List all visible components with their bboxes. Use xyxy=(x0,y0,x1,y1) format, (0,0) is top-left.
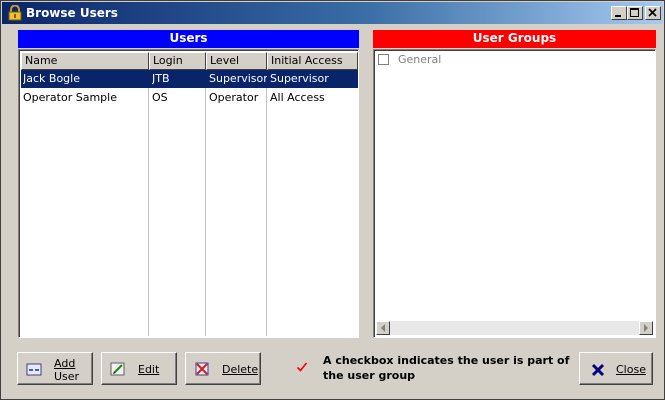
close-icon xyxy=(648,8,657,17)
cell-name: Operator Sample xyxy=(23,91,117,104)
users-header: Users xyxy=(18,30,359,48)
title-bar[interactable]: Browse Users xyxy=(2,2,663,24)
minimize-button[interactable] xyxy=(611,6,627,20)
users-grid[interactable]: Name Login Level Initial Access Jack Bog… xyxy=(18,49,359,338)
table-row[interactable]: Operator Sample OS Operator All Access xyxy=(21,89,358,107)
add-user-label-line1: Add xyxy=(54,357,76,370)
cell-level: Supervisor xyxy=(209,72,267,85)
user-groups-list[interactable]: General xyxy=(373,49,656,338)
cell-initial-access: All Access xyxy=(270,91,325,104)
table-row[interactable]: Jack Bogle JTB Supervisor Supervisor xyxy=(21,70,358,88)
cell-login: JTB xyxy=(152,72,170,85)
browse-users-window: Browse Users Users Name Login Level Init… xyxy=(0,0,665,400)
close-button[interactable]: Close xyxy=(579,352,653,385)
arrow-left-icon xyxy=(381,324,385,332)
column-header-level[interactable]: Level xyxy=(206,52,267,70)
add-user-label-line2: User xyxy=(54,370,80,383)
group-checkbox[interactable] xyxy=(378,54,389,65)
maximize-icon xyxy=(630,8,639,17)
edit-icon xyxy=(110,362,125,376)
column-divider xyxy=(148,70,149,336)
cell-initial-access: Supervisor xyxy=(270,72,329,85)
delete-button[interactable]: Delete xyxy=(185,352,261,385)
minimize-icon xyxy=(615,15,621,17)
lock-icon xyxy=(8,5,22,21)
column-header-name[interactable]: Name xyxy=(21,52,149,70)
scroll-right-button[interactable] xyxy=(639,321,653,335)
cell-level: Operator xyxy=(209,91,259,104)
column-header-login[interactable]: Login xyxy=(149,52,206,70)
close-window-button[interactable] xyxy=(645,6,661,20)
column-divider xyxy=(266,70,267,336)
edit-label: Edit xyxy=(138,363,160,376)
add-user-button[interactable]: Add User xyxy=(17,352,93,385)
window-title: Browse Users xyxy=(26,6,118,20)
scroll-left-button[interactable] xyxy=(376,321,390,335)
horizontal-scrollbar[interactable] xyxy=(376,321,653,335)
delete-label: Delete xyxy=(222,363,259,376)
info-text: A checkbox indicates the user is part of… xyxy=(323,354,570,382)
column-divider xyxy=(205,70,206,336)
checkmark-icon xyxy=(296,362,308,372)
edit-button[interactable]: Edit xyxy=(101,352,177,385)
cell-name: Jack Bogle xyxy=(23,72,80,85)
user-groups-header: User Groups xyxy=(373,30,656,48)
group-label: General xyxy=(398,53,442,66)
maximize-button[interactable] xyxy=(627,6,643,20)
close-label: Close xyxy=(616,363,646,376)
cell-login: OS xyxy=(152,91,168,104)
column-header-initial-access[interactable]: Initial Access xyxy=(267,52,358,70)
close-x-icon xyxy=(591,363,605,377)
add-user-icon xyxy=(26,363,42,376)
delete-icon xyxy=(195,362,209,376)
arrow-right-icon xyxy=(644,324,648,332)
